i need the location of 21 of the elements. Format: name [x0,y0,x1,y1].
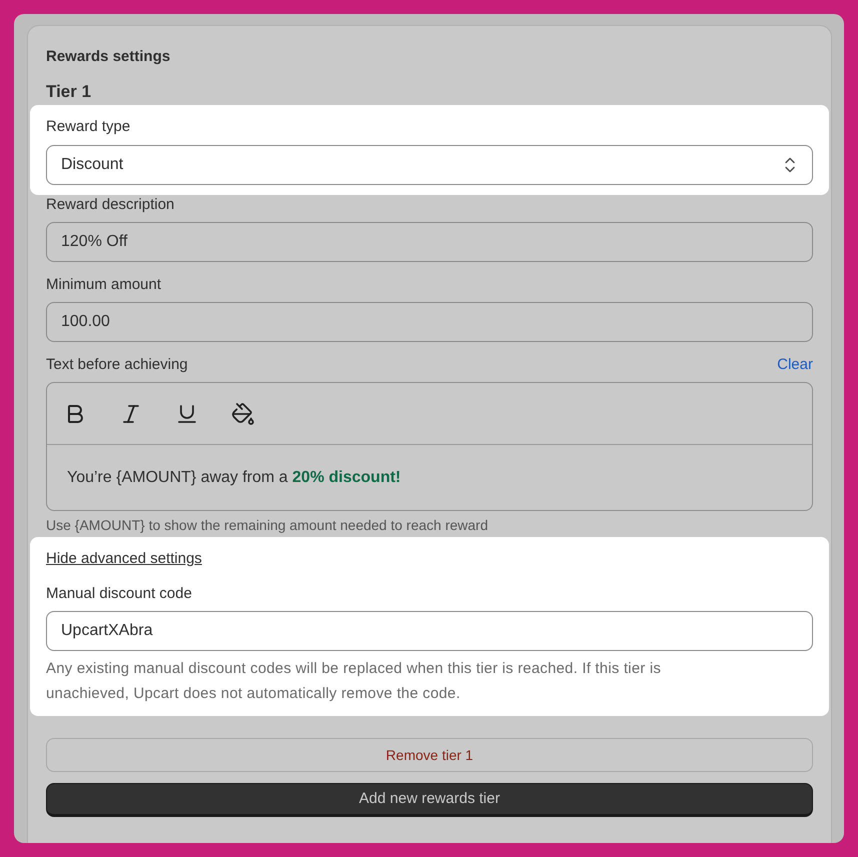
field-label: Text before achieving [46,355,188,375]
up-down-chevron-icon [785,157,795,173]
select-field[interactable]: Discount [46,145,813,185]
clear-link[interactable]: Clear [777,355,813,375]
input-field[interactable]: UpcartXAbra [46,611,813,651]
card-title: Rewards settings [46,47,170,67]
text-editor[interactable]: You’re {AMOUNT} away from a 20% discount! [46,382,813,511]
paint-bucket-icon[interactable] [231,402,255,426]
add-tier-button[interactable]: Add new rewards tier [46,783,813,817]
advanced-settings-link[interactable]: Hide advanced settings [46,549,202,569]
editor-text: You’re {AMOUNT} away from a 20% discount! [67,468,401,488]
tier-title: Tier 1 [46,81,92,103]
help-text: Any existing manual discount codes will be replaced when this tier is reached. If this tier is unachieved, Upcart does not automatically remove the code. [46,659,662,704]
input-field[interactable]: 120% Off [46,222,813,262]
field-label: Minimum amount [46,275,162,295]
field-label: Manual discount code [46,584,192,604]
field-label: Reward type [46,117,130,137]
input-field[interactable]: 100.00 [46,302,813,342]
help-text: Use {AMOUNT} to show the remaining amount needed to reach reward [46,516,488,534]
remove-tier-button[interactable]: Remove tier 1 [46,738,813,772]
field-label: Reward description [46,195,174,215]
